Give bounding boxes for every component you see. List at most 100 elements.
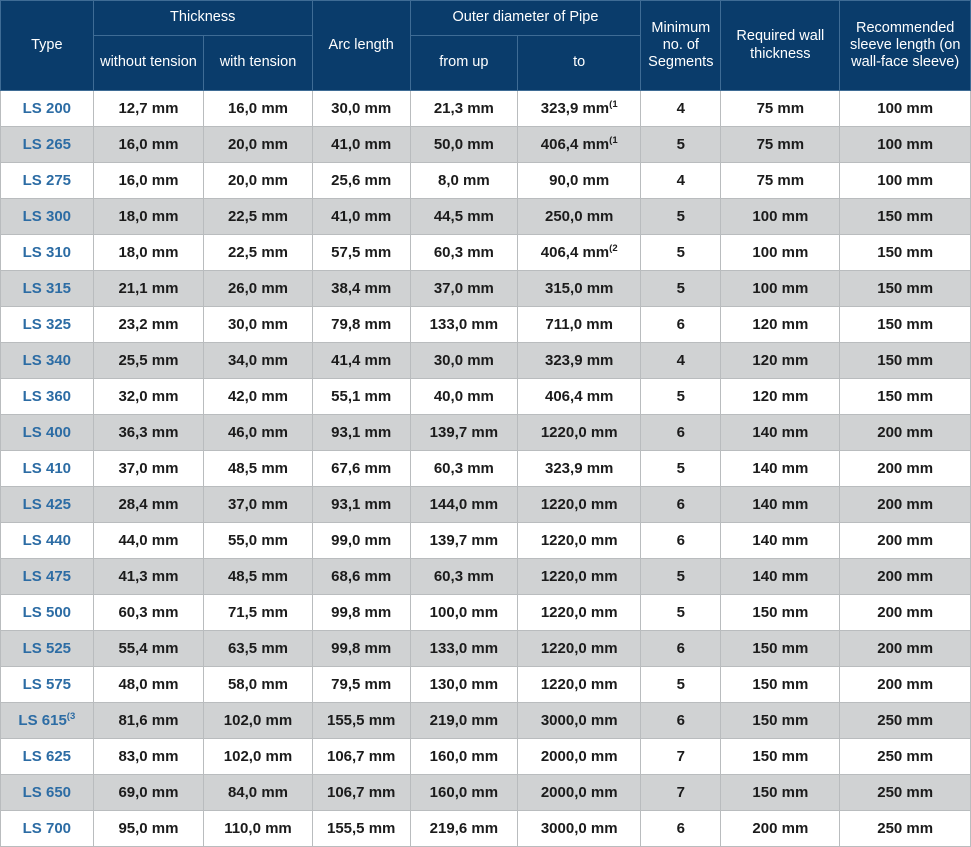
cell-from-up: 60,3 mm: [409, 234, 519, 271]
footnote-marker: (2: [609, 243, 618, 254]
table-row: LS 400 36,3 mm 46,0 mm 93,1 mm 139,7 mm 1220,…: [0, 414, 971, 451]
cell-minimum-segments: 4: [640, 342, 722, 379]
cell-type: LS 315: [0, 270, 94, 307]
table-row: LS 300 18,0 mm 22,5 mm 41,0 mm 44,5 mm 250,0 …: [0, 198, 971, 235]
cell-required-wall-thickness: 150 mm: [720, 702, 841, 739]
cell-required-wall-thickness: 150 mm: [720, 738, 841, 775]
cell-from-up: 144,0 mm: [409, 486, 519, 523]
cell-minimum-segments: 5: [640, 126, 722, 163]
cell-to: 1220,0 mm: [517, 666, 642, 703]
table-body: LS 200 12,7 mm 16,0 mm 30,0 mm 21,3 mm 323,9 …: [0, 90, 971, 847]
cell-without-tension: 18,0 mm: [92, 198, 205, 235]
table-row: LS 200 12,7 mm 16,0 mm 30,0 mm 21,3 mm 323,9 …: [0, 90, 971, 127]
cell-arc-length: 67,6 mm: [311, 450, 411, 487]
cell-arc-length: 93,1 mm: [311, 486, 411, 523]
cell-from-up: 8,0 mm: [409, 162, 519, 199]
cell-recommended-sleeve-length: 100 mm: [839, 126, 971, 163]
cell-to: 323,9 mm(1: [517, 90, 642, 127]
cell-minimum-segments: 6: [640, 486, 722, 523]
cell-minimum-segments: 5: [640, 450, 722, 487]
cell-with-tension: 37,0 mm: [203, 486, 313, 523]
cell-required-wall-thickness: 120 mm: [720, 378, 841, 415]
cell-type: LS 400: [0, 414, 94, 451]
cell-required-wall-thickness: 120 mm: [720, 342, 841, 379]
cell-from-up: 133,0 mm: [409, 306, 519, 343]
cell-recommended-sleeve-length: 200 mm: [839, 522, 971, 559]
cell-recommended-sleeve-length: 250 mm: [839, 810, 971, 847]
table-row: LS 500 60,3 mm 71,5 mm 99,8 mm 100,0 mm 1220,…: [0, 594, 971, 631]
cell-with-tension: 46,0 mm: [203, 414, 313, 451]
cell-required-wall-thickness: 200 mm: [720, 810, 841, 847]
cell-arc-length: 106,7 mm: [311, 738, 411, 775]
cell-without-tension: 21,1 mm: [92, 270, 205, 307]
cell-type: LS 325: [0, 306, 94, 343]
footnote-marker: (3: [66, 711, 76, 722]
cell-recommended-sleeve-length: 250 mm: [839, 702, 971, 739]
cell-with-tension: 48,5 mm: [203, 450, 313, 487]
cell-arc-length: 106,7 mm: [311, 774, 411, 811]
cell-required-wall-thickness: 150 mm: [720, 774, 841, 811]
cell-to: 250,0 mm: [517, 198, 642, 235]
cell-to: 90,0 mm: [517, 162, 642, 199]
cell-recommended-sleeve-length: 250 mm: [839, 774, 971, 811]
cell-to: 711,0 mm: [517, 306, 642, 343]
cell-recommended-sleeve-length: 150 mm: [839, 270, 971, 307]
cell-type: LS 615(3: [0, 702, 94, 739]
cell-arc-length: 99,8 mm: [311, 630, 411, 667]
cell-to: 323,9 mm: [517, 450, 642, 487]
cell-minimum-segments: 5: [640, 198, 722, 235]
cell-with-tension: 26,0 mm: [203, 270, 313, 307]
table-row: LS 625 83,0 mm 102,0 mm 106,7 mm 160,0 mm 200…: [0, 738, 971, 775]
cell-minimum-segments: 5: [640, 234, 722, 271]
cell-from-up: 133,0 mm: [409, 630, 519, 667]
cell-required-wall-thickness: 75 mm: [720, 162, 841, 199]
cell-to: 1220,0 mm: [517, 558, 642, 595]
table-row: LS 440 44,0 mm 55,0 mm 99,0 mm 139,7 mm 1220,…: [0, 522, 971, 559]
cell-with-tension: 22,5 mm: [203, 198, 313, 235]
table-row: LS 410 37,0 mm 48,5 mm 67,6 mm 60,3 mm 323,9 …: [0, 450, 971, 487]
cell-recommended-sleeve-length: 150 mm: [839, 234, 971, 271]
cell-with-tension: 34,0 mm: [203, 342, 313, 379]
cell-without-tension: 69,0 mm: [92, 774, 205, 811]
cell-from-up: 130,0 mm: [409, 666, 519, 703]
cell-minimum-segments: 6: [640, 702, 722, 739]
column-header-type: Type: [0, 0, 94, 91]
table-row: LS 475 41,3 mm 48,5 mm 68,6 mm 60,3 mm 1220,0…: [0, 558, 971, 595]
cell-minimum-segments: 5: [640, 594, 722, 631]
cell-type: LS 525: [0, 630, 94, 667]
cell-to: 406,4 mm: [517, 378, 642, 415]
column-header-recommended-sleeve-length: Recommended sleeve length (on wall-face …: [839, 0, 971, 91]
cell-without-tension: 32,0 mm: [92, 378, 205, 415]
cell-recommended-sleeve-length: 150 mm: [839, 306, 971, 343]
cell-arc-length: 25,6 mm: [311, 162, 411, 199]
cell-required-wall-thickness: 150 mm: [720, 594, 841, 631]
cell-minimum-segments: 7: [640, 774, 722, 811]
cell-to: 2000,0 mm: [517, 774, 642, 811]
cell-minimum-segments: 6: [640, 522, 722, 559]
cell-minimum-segments: 6: [640, 630, 722, 667]
cell-from-up: 100,0 mm: [409, 594, 519, 631]
cell-with-tension: 16,0 mm: [203, 90, 313, 127]
column-header-minimum-segments: Minimum no. of Segments: [640, 0, 722, 91]
table-row: LS 275 16,0 mm 20,0 mm 25,6 mm 8,0 mm 90,0 mm…: [0, 162, 971, 199]
cell-recommended-sleeve-length: 250 mm: [839, 738, 971, 775]
cell-arc-length: 79,5 mm: [311, 666, 411, 703]
cell-arc-length: 41,4 mm: [311, 342, 411, 379]
cell-recommended-sleeve-length: 200 mm: [839, 594, 971, 631]
cell-with-tension: 63,5 mm: [203, 630, 313, 667]
cell-with-tension: 102,0 mm: [203, 702, 313, 739]
cell-arc-length: 38,4 mm: [311, 270, 411, 307]
cell-with-tension: 102,0 mm: [203, 738, 313, 775]
cell-with-tension: 20,0 mm: [203, 126, 313, 163]
cell-without-tension: 37,0 mm: [92, 450, 205, 487]
cell-recommended-sleeve-length: 200 mm: [839, 450, 971, 487]
cell-arc-length: 30,0 mm: [311, 90, 411, 127]
cell-required-wall-thickness: 140 mm: [720, 522, 841, 559]
cell-without-tension: 60,3 mm: [92, 594, 205, 631]
table-row: LS 315 21,1 mm 26,0 mm 38,4 mm 37,0 mm 315,0 …: [0, 270, 971, 307]
cell-without-tension: 81,6 mm: [92, 702, 205, 739]
pipe-specification-table: Type Thickness Arc length Outer diameter…: [0, 0, 971, 847]
cell-to: 406,4 mm(2: [517, 234, 642, 271]
cell-required-wall-thickness: 120 mm: [720, 306, 841, 343]
cell-type: LS 500: [0, 594, 94, 631]
